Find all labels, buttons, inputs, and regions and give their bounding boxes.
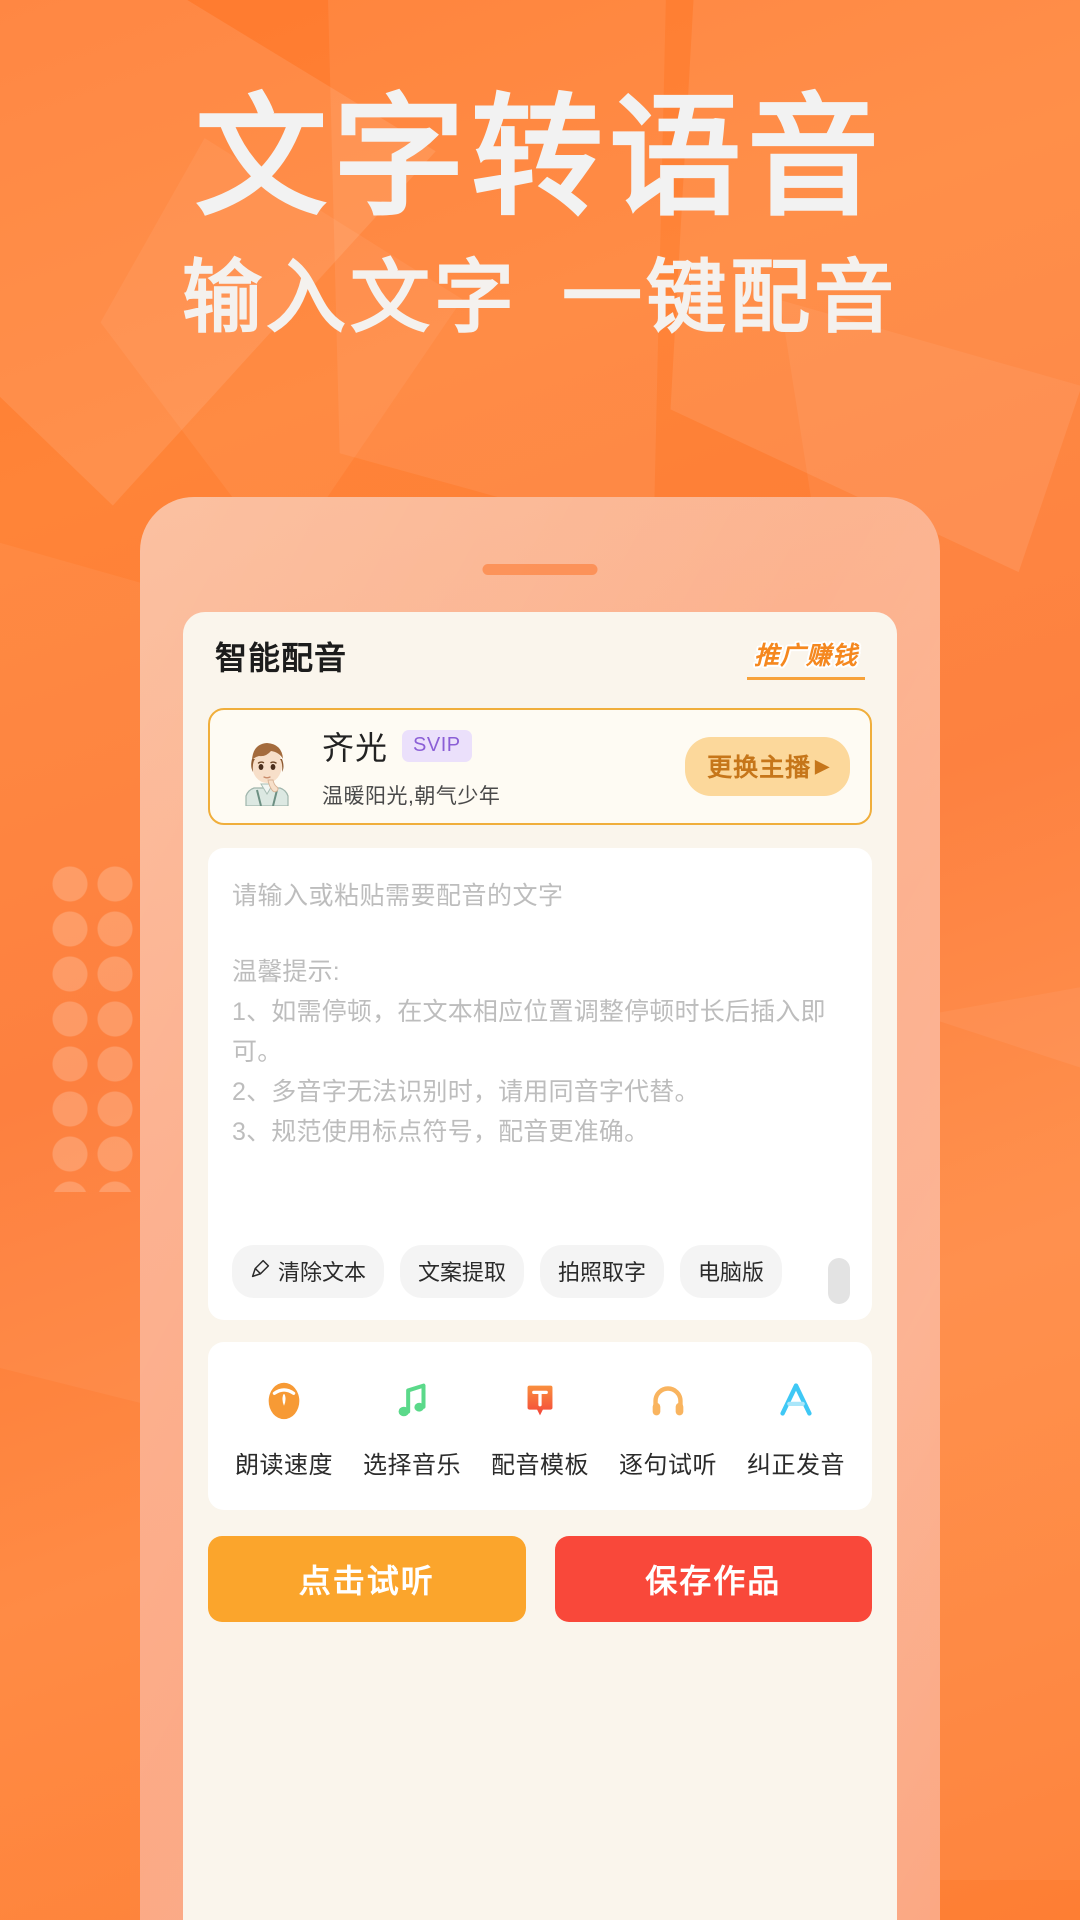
chip-label: 清除文本 [278,1260,367,1285]
chip-extract-copy[interactable]: 文案提取 [400,1245,525,1298]
speaker-card[interactable]: 齐光 SVIP 温暖阳光,朝气少年 更换主播 ▶ [208,708,872,825]
chip-label: 电脑版 [698,1260,765,1285]
page-title: 智能配音 [215,640,348,676]
change-speaker-label: 更换主播 [707,754,812,782]
tips-title: 温馨提示: [232,958,340,986]
hero-subtitle-right: 一键配音 [562,253,898,342]
tool-bar: 朗读速度 选择音乐 配音模板 逐句试听 纠正发音 [208,1342,872,1510]
avatar [228,728,306,807]
hero-title: 文字转语音 [195,84,885,231]
speaker-meta: 齐光 SVIP 温暖阳光,朝气少年 [322,723,685,810]
promo-earn-badge[interactable]: 推广赚钱 [746,633,865,680]
app-screen: 智能配音 推广赚钱 齐光 SVIP 温暖阳光,朝气少年 更换主播 ▶ 请输入或粘… [183,612,897,1920]
chip-desktop-version[interactable]: 电脑版 [680,1245,783,1298]
tool-label: 逐句试听 [619,1451,717,1479]
chip-photo-ocr[interactable]: 拍照取字 [540,1245,665,1298]
brush-icon [250,1258,271,1285]
tool-label: 朗读速度 [235,1451,333,1479]
tool-voice-template[interactable]: 配音模板 [491,1373,589,1480]
music-note-icon [385,1373,439,1427]
tip-item: 3、规范使用标点符号，配音更准确。 [232,1118,650,1146]
headphones-icon [641,1373,695,1427]
text-template-icon [513,1373,567,1427]
promo-screenshot: 文字转语音 输入文字 一键配音 智能配音 推广赚钱 齐光 SVIP 温暖阳光,朝… [0,0,1080,1920]
speaker-name-row: 齐光 SVIP [322,723,685,769]
text-editor-card[interactable]: 请输入或粘贴需要配音的文字 温馨提示: 1、如需停顿，在文本相应位置调整停顿时长… [208,848,872,1320]
status-badge: SVIP [402,730,472,762]
scrollbar-thumb[interactable] [828,1258,850,1304]
save-button[interactable]: 保存作品 [554,1536,872,1622]
speaker-name: 齐光 [322,730,389,766]
tool-sentence-preview[interactable]: 逐句试听 [619,1373,717,1480]
chip-label: 拍照取字 [558,1260,647,1285]
tool-label: 纠正发音 [747,1451,845,1479]
anime-male-avatar-icon [245,742,289,807]
tip-item: 1、如需停顿，在文本相应位置调整停顿时长后插入即可。 [232,998,826,1066]
phone-earpiece [482,564,598,575]
hero-subtitle-left: 输入文字 [182,253,518,342]
editor-placeholder: 请输入或粘贴需要配音的文字 [232,882,564,910]
tool-reading-speed[interactable]: 朗读速度 [235,1373,333,1480]
tool-label: 选择音乐 [363,1451,461,1479]
change-speaker-button[interactable]: 更换主播 ▶ [685,737,850,796]
listen-button[interactable]: 点击试听 [208,1536,526,1622]
chevron-right-icon: ▶ [815,756,830,776]
tool-correct-pronunciation[interactable]: 纠正发音 [747,1373,845,1480]
chip-clear-text[interactable]: 清除文本 [232,1245,385,1298]
tip-item: 2、多音字无法识别时，请用同音字代替。 [232,1078,700,1106]
editor-action-chips: 清除文本 文案提取 拍照取字 电脑版 [232,1245,848,1298]
speaker-description: 温暖阳光,朝气少年 [322,785,501,808]
tool-label: 配音模板 [491,1451,589,1479]
footer-actions: 点击试听 保存作品 [208,1536,872,1622]
chip-label: 文案提取 [418,1260,507,1285]
letter-a-icon [769,1373,823,1427]
phone-mockup: 智能配音 推广赚钱 齐光 SVIP 温暖阳光,朝气少年 更换主播 ▶ 请输入或粘… [140,497,940,1920]
tool-select-music[interactable]: 选择音乐 [363,1373,461,1480]
speedometer-icon [257,1373,311,1427]
editor-tips: 温馨提示: 1、如需停顿，在文本相应位置调整停顿时长后插入即可。 2、多音字无法… [232,952,848,1152]
app-header: 智能配音 推广赚钱 [183,612,897,700]
hero-subtitle: 输入文字 一键配音 [0,258,1080,338]
